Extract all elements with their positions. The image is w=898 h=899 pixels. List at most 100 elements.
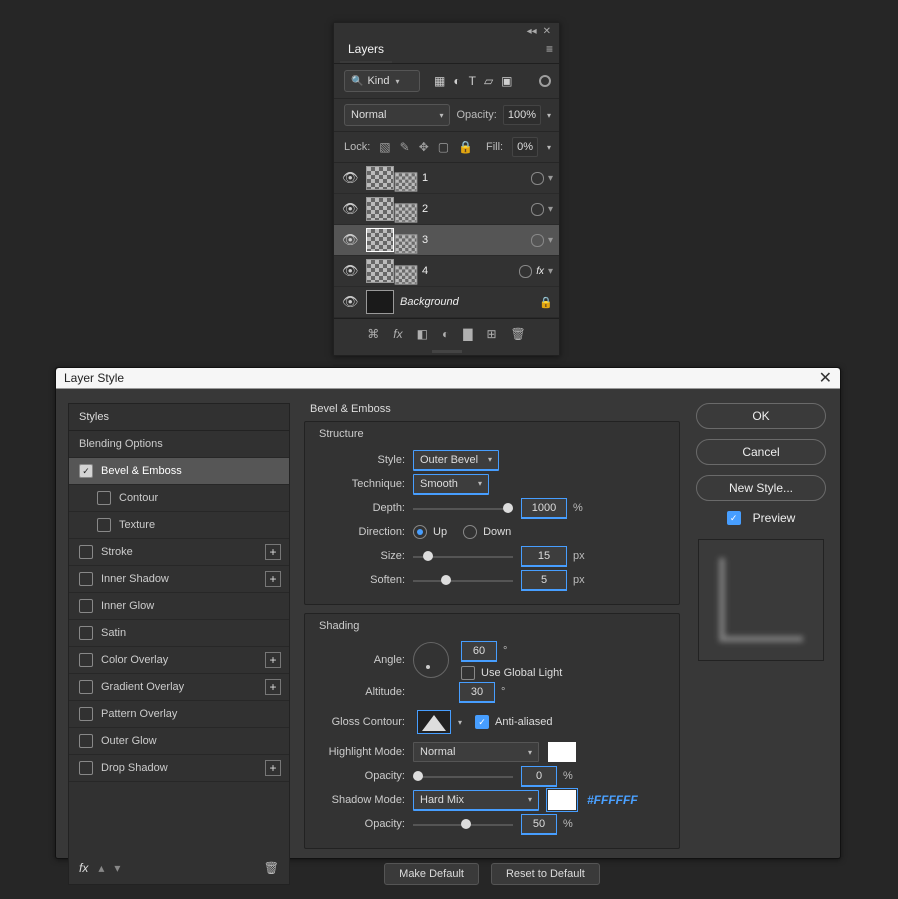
- layer-name[interactable]: 2: [422, 203, 531, 215]
- fx-icon[interactable]: fx: [393, 327, 402, 341]
- panel-grip[interactable]: ◂◂ ✕: [334, 23, 559, 35]
- style-dropdown[interactable]: Outer Bevel ▾: [413, 450, 499, 471]
- tab-layers[interactable]: Layers: [340, 36, 392, 63]
- filter-adjust-icon[interactable]: ◐: [453, 74, 460, 88]
- list-item-outer-glow[interactable]: Outer Glow: [69, 728, 289, 755]
- angle-dial[interactable]: [413, 642, 449, 678]
- list-item-contour[interactable]: Contour: [69, 485, 289, 512]
- lock-pixels-icon[interactable]: ▧: [379, 140, 390, 154]
- checkbox-icon[interactable]: [79, 572, 93, 586]
- size-slider[interactable]: [413, 549, 513, 563]
- lock-all-icon[interactable]: 🔒: [458, 140, 473, 154]
- shadow-opacity-slider[interactable]: [413, 817, 513, 831]
- layer-row[interactable]: 👁 3 ▾: [334, 225, 559, 256]
- link-ring-icon[interactable]: [531, 172, 544, 185]
- list-item-satin[interactable]: Satin: [69, 620, 289, 647]
- layer-name[interactable]: Background: [400, 296, 539, 308]
- filter-smart-icon[interactable]: ▣: [501, 74, 512, 88]
- layer-name[interactable]: 1: [422, 172, 531, 184]
- depth-field[interactable]: 1000: [521, 498, 567, 519]
- list-item-blending-options[interactable]: Blending Options: [69, 431, 289, 458]
- list-item-pattern-overlay[interactable]: Pattern Overlay: [69, 701, 289, 728]
- layer-name[interactable]: 4: [422, 265, 519, 277]
- list-item-inner-shadow[interactable]: Inner Shadow +: [69, 566, 289, 593]
- list-item-drop-shadow[interactable]: Drop Shadow +: [69, 755, 289, 782]
- chevron-down-icon[interactable]: ▾: [548, 266, 553, 277]
- make-default-button[interactable]: Make Default: [384, 863, 479, 885]
- preview-checkbox[interactable]: ✓: [727, 511, 741, 525]
- trash-icon[interactable]: 🗑: [264, 861, 279, 875]
- add-effect-icon[interactable]: +: [265, 544, 281, 560]
- layer-row[interactable]: 👁 2 ▾: [334, 194, 559, 225]
- gloss-contour-picker[interactable]: ▾: [417, 710, 451, 734]
- direction-down-radio[interactable]: [463, 525, 477, 539]
- filter-image-icon[interactable]: ▦: [434, 74, 445, 88]
- anti-aliased-checkbox[interactable]: ✓: [475, 715, 489, 729]
- lock-brush-icon[interactable]: ✎: [400, 140, 410, 154]
- altitude-field[interactable]: 30: [459, 682, 495, 703]
- list-item-bevel-emboss[interactable]: ✓ Bevel & Emboss: [69, 458, 289, 485]
- move-up-icon[interactable]: ▴: [98, 861, 104, 875]
- highlight-color-swatch[interactable]: [547, 741, 577, 763]
- filter-kind-dropdown[interactable]: 🔍 Kind ▾: [344, 70, 420, 92]
- ok-button[interactable]: OK: [696, 403, 826, 429]
- direction-up-radio[interactable]: [413, 525, 427, 539]
- cancel-button[interactable]: Cancel: [696, 439, 826, 465]
- list-item-inner-glow[interactable]: Inner Glow: [69, 593, 289, 620]
- checkbox-icon[interactable]: [79, 680, 93, 694]
- checkbox-icon[interactable]: [79, 626, 93, 640]
- dialog-titlebar[interactable]: Layer Style ✕: [56, 368, 840, 389]
- reset-default-button[interactable]: Reset to Default: [491, 863, 600, 885]
- visibility-icon[interactable]: 👁: [342, 294, 358, 310]
- adjustment-icon[interactable]: ◐: [442, 327, 449, 341]
- move-down-icon[interactable]: ▾: [114, 861, 120, 875]
- layer-row[interactable]: 👁 Background 🔒: [334, 287, 559, 318]
- visibility-icon[interactable]: 👁: [342, 263, 358, 279]
- global-light-checkbox[interactable]: [461, 666, 475, 680]
- opacity-field[interactable]: 100%: [503, 105, 541, 125]
- checkbox-icon[interactable]: [79, 734, 93, 748]
- blend-mode-dropdown[interactable]: Normal ▾: [344, 104, 450, 126]
- chevron-down-icon[interactable]: ▾: [548, 173, 553, 184]
- highlight-opacity-field[interactable]: 0: [521, 766, 557, 787]
- checkbox-icon[interactable]: [79, 599, 93, 613]
- list-item-gradient-overlay[interactable]: Gradient Overlay +: [69, 674, 289, 701]
- list-item-stroke[interactable]: Stroke +: [69, 539, 289, 566]
- soften-slider[interactable]: [413, 573, 513, 587]
- visibility-icon[interactable]: 👁: [342, 232, 358, 248]
- layer-row[interactable]: 👁 1 ▾: [334, 163, 559, 194]
- checkbox-icon[interactable]: [79, 653, 93, 667]
- checkbox-icon[interactable]: [97, 491, 111, 505]
- close-panel-icon[interactable]: ✕: [543, 26, 551, 37]
- close-icon[interactable]: ✕: [819, 368, 832, 388]
- technique-dropdown[interactable]: Smooth ▾: [413, 474, 489, 495]
- checkbox-icon[interactable]: [97, 518, 111, 532]
- shadow-color-swatch[interactable]: [547, 789, 577, 811]
- list-item-color-overlay[interactable]: Color Overlay +: [69, 647, 289, 674]
- layer-name[interactable]: 3: [422, 234, 531, 246]
- shadow-mode-dropdown[interactable]: Hard Mix ▾: [413, 790, 539, 811]
- add-effect-icon[interactable]: +: [265, 760, 281, 776]
- chevron-down-icon[interactable]: ▾: [458, 718, 462, 727]
- filter-toggle-icon[interactable]: [539, 75, 551, 87]
- checkbox-icon[interactable]: [79, 761, 93, 775]
- layer-row[interactable]: 👁 4 fx▾: [334, 256, 559, 287]
- depth-slider[interactable]: [413, 501, 513, 515]
- highlight-mode-dropdown[interactable]: Normal ▾: [413, 742, 539, 762]
- add-effect-icon[interactable]: +: [265, 679, 281, 695]
- visibility-icon[interactable]: 👁: [342, 201, 358, 217]
- highlight-opacity-slider[interactable]: [413, 769, 513, 783]
- add-effect-icon[interactable]: +: [265, 652, 281, 668]
- soften-field[interactable]: 5: [521, 570, 567, 591]
- angle-field[interactable]: 60: [461, 641, 497, 662]
- filter-text-icon[interactable]: T: [469, 74, 476, 88]
- styles-header[interactable]: Styles: [69, 404, 289, 431]
- link-ring-icon[interactable]: [519, 265, 532, 278]
- size-field[interactable]: 15: [521, 546, 567, 567]
- collapse-icon[interactable]: ◂◂: [527, 26, 537, 37]
- fill-field[interactable]: 0%: [512, 137, 538, 157]
- checkbox-icon[interactable]: [79, 707, 93, 721]
- lock-move-icon[interactable]: ✥: [419, 140, 429, 154]
- checkbox-icon[interactable]: ✓: [79, 464, 93, 478]
- mask-icon[interactable]: ◧: [417, 327, 428, 341]
